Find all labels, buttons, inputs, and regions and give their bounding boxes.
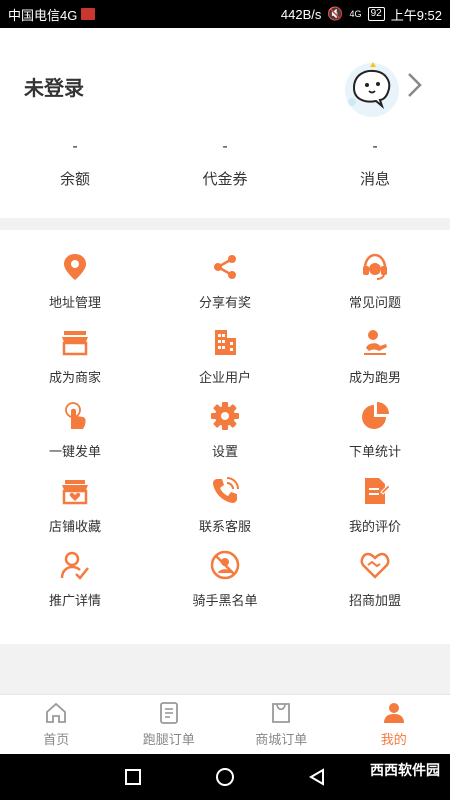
watermark-logo: 西西软件园: [370, 762, 440, 778]
menu-grid: 地址管理 分享有奖 常见问题 成为商家 企业用户 成为跑男 一键发单 设置 下单…: [0, 230, 450, 625]
edit-document-icon: [360, 476, 390, 506]
phone-icon: [210, 476, 240, 506]
menu-item-label: 骑手黑名单: [192, 593, 258, 608]
menu-card: 地址管理 分享有奖 常见问题 成为商家 企业用户 成为跑男 一键发单 设置 下单…: [0, 230, 450, 644]
menu-item-label: 分享有奖: [198, 295, 251, 310]
menu-item-franchise[interactable]: 招商加盟: [300, 550, 450, 625]
headset-icon: [360, 252, 390, 282]
stat-value: -: [72, 138, 78, 155]
menu-item-contact-support[interactable]: 联系客服: [150, 476, 300, 551]
menu-item-share[interactable]: 分享有奖: [150, 252, 300, 327]
tab-label: 我的: [380, 732, 407, 747]
tab-mine[interactable]: 我的: [338, 695, 450, 754]
menu-item-label: 下单统计: [348, 444, 401, 459]
menu-item-merchant[interactable]: 成为商家: [0, 327, 150, 402]
chevron-right-icon[interactable]: [404, 70, 426, 100]
bottom-tab-bar: 首页 跑腿订单 商城订单 我的: [0, 694, 450, 754]
tab-home[interactable]: 首页: [0, 695, 113, 754]
menu-item-label: 企业用户: [198, 369, 251, 385]
menu-item-promotion[interactable]: 推广详情: [0, 550, 150, 625]
menu-item-label: 设置: [211, 444, 238, 459]
clock: 上午9:52: [390, 7, 442, 23]
tab-mall-orders[interactable]: 商城订单: [225, 695, 338, 754]
status-right: 442B/s 🔇 4G 92 上午9:52: [281, 5, 442, 24]
tab-label: 商城订单: [255, 732, 308, 747]
menu-item-enterprise[interactable]: 企业用户: [150, 327, 300, 402]
user-icon: [383, 703, 404, 723]
gear-icon: [210, 401, 240, 431]
shop-heart-icon: [60, 476, 90, 506]
tab-errand-orders[interactable]: 跑腿订单: [113, 695, 226, 754]
menu-item-label: 我的评价: [348, 518, 401, 534]
menu-item-settings[interactable]: 设置: [150, 401, 300, 476]
signal-label: 4G: [349, 9, 362, 19]
menu-item-label: 联系客服: [198, 518, 251, 534]
stat-messages[interactable]: - 消息: [300, 138, 450, 189]
runner-icon: [360, 327, 390, 357]
menu-item-favorite-shops[interactable]: 店铺收藏: [0, 476, 150, 551]
menu-item-label: 常见问题: [348, 295, 401, 310]
location-pin-icon: [60, 252, 90, 282]
net-speed: 442B/s: [280, 6, 322, 22]
menu-item-my-reviews[interactable]: 我的评价: [300, 476, 450, 551]
stat-label: 代金券: [202, 171, 248, 188]
share-icon: [210, 252, 240, 282]
menu-item-runner[interactable]: 成为跑男: [300, 327, 450, 402]
stat-label: 消息: [359, 171, 390, 188]
recent-apps-icon[interactable]: [123, 767, 143, 787]
pie-chart-icon: [360, 401, 390, 431]
stat-value: -: [372, 138, 378, 155]
menu-item-label: 成为商家: [48, 369, 101, 385]
menu-item-address[interactable]: 地址管理: [0, 252, 150, 327]
storefront-icon: [60, 327, 90, 357]
menu-item-label: 地址管理: [48, 295, 101, 310]
username[interactable]: 未登录: [24, 72, 84, 101]
home-icon: [46, 702, 67, 723]
carrier: 中国电信4G: [8, 5, 96, 24]
building-icon: [210, 327, 240, 357]
tab-label: 首页: [43, 732, 70, 747]
menu-item-label: 成为跑男: [348, 369, 401, 385]
menu-item-faq[interactable]: 常见问题: [300, 252, 450, 327]
home-button-icon[interactable]: [215, 767, 235, 787]
user-check-icon: [60, 550, 90, 580]
battery-indicator: 92: [367, 7, 385, 21]
stat-balance[interactable]: - 余额: [0, 138, 150, 189]
tap-hand-icon: [60, 401, 90, 431]
menu-item-quick-order[interactable]: 一键发单: [0, 401, 150, 476]
menu-item-label: 招商加盟: [348, 593, 401, 608]
stats-row: - 余额 - 代金券 - 消息: [0, 138, 450, 189]
menu-item-label: 一键发单: [48, 444, 101, 459]
menu-item-order-stats[interactable]: 下单统计: [300, 401, 450, 476]
block-user-icon: [210, 550, 240, 580]
mute-icon: 🔇: [327, 6, 344, 21]
shopping-bag-icon: [272, 703, 291, 723]
stat-label: 余额: [59, 171, 90, 188]
status-bar: 中国电信4G 442B/s 🔇 4G 92 上午9:52: [0, 0, 450, 28]
tab-label: 跑腿订单: [142, 732, 195, 747]
menu-item-label: 推广详情: [48, 593, 101, 608]
avatar[interactable]: [340, 58, 400, 118]
back-icon[interactable]: [307, 767, 327, 787]
carrier-label: 中国电信4G: [8, 7, 78, 23]
menu-item-rider-blacklist[interactable]: 骑手黑名单: [150, 550, 300, 625]
handshake-heart-icon: [360, 550, 390, 580]
flag-icon: [81, 8, 96, 20]
stat-value: -: [222, 138, 228, 155]
menu-item-label: 店铺收藏: [48, 518, 101, 534]
profile-card[interactable]: 未登录 - 余额 - 代金券 - 消息: [0, 28, 450, 218]
stat-voucher[interactable]: - 代金券: [150, 138, 300, 189]
order-list-icon: [159, 702, 178, 724]
